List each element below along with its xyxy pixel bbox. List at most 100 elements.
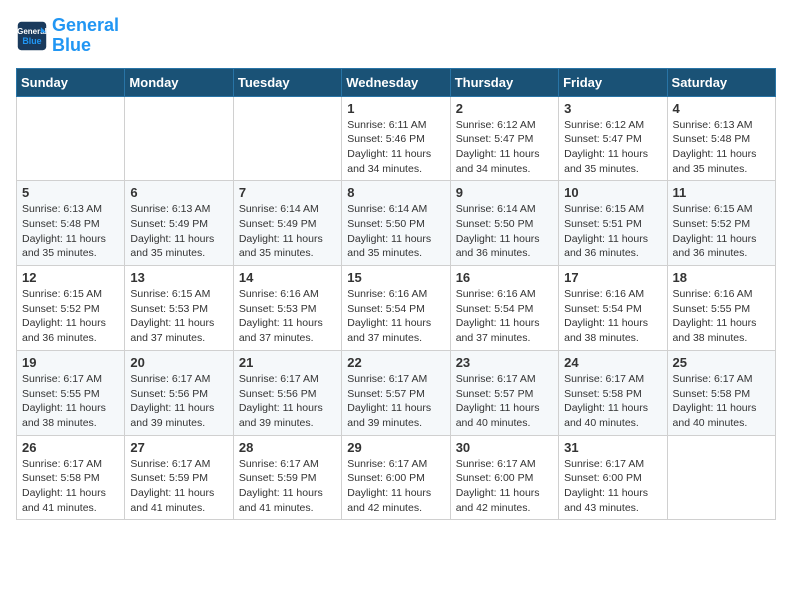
day-number: 9 <box>456 185 553 200</box>
calendar-week-4: 19 Sunrise: 6:17 AM Sunset: 5:55 PM Dayli… <box>17 350 776 435</box>
day-info: Sunrise: 6:16 AM Sunset: 5:54 PM Dayligh… <box>347 287 444 346</box>
day-info: Sunrise: 6:17 AM Sunset: 5:57 PM Dayligh… <box>347 372 444 431</box>
day-number: 20 <box>130 355 227 370</box>
weekday-header-thursday: Thursday <box>450 68 558 96</box>
day-number: 13 <box>130 270 227 285</box>
day-info: Sunrise: 6:11 AM Sunset: 5:46 PM Dayligh… <box>347 118 444 177</box>
day-number: 25 <box>673 355 770 370</box>
calendar-cell: 31Sunrise: 6:17 AM Sunset: 6:00 PM Dayli… <box>559 435 667 520</box>
calendar-week-5: 26 Sunrise: 6:17 AM Sunset: 5:58 PM Dayli… <box>17 435 776 520</box>
day-number: 11 <box>673 185 770 200</box>
day-number: 12 <box>22 270 119 285</box>
day-info: Sunrise: 6:16 AM Sunset: 5:54 PM Dayligh… <box>564 287 661 346</box>
day-number: 19 <box>22 355 119 370</box>
calendar-header: SundayMondayTuesdayWednesdayThursdayFrid… <box>17 68 776 96</box>
logo: General Blue GeneralBlue <box>16 16 119 56</box>
calendar-cell: 23 Sunrise: 6:17 AM Sunset: 5:57 PM Dayli… <box>450 350 558 435</box>
day-number: 15 <box>347 270 444 285</box>
day-info: Sunrise: 6:13 AM Sunset: 5:49 PM Dayligh… <box>130 202 227 261</box>
day-info: Sunrise: 6:14 AM Sunset: 5:50 PM Dayligh… <box>347 202 444 261</box>
day-info: Sunrise: 6:17 AM Sunset: 5:57 PM Dayligh… <box>456 372 553 431</box>
calendar-cell: 15 Sunrise: 6:16 AM Sunset: 5:54 PM Dayli… <box>342 266 450 351</box>
day-info: Sunrise: 6:12 AM Sunset: 5:47 PM Dayligh… <box>456 118 553 177</box>
weekday-header-tuesday: Tuesday <box>233 68 341 96</box>
calendar-cell: 7 Sunrise: 6:14 AM Sunset: 5:49 PM Daylig… <box>233 181 341 266</box>
weekday-header-sunday: Sunday <box>17 68 125 96</box>
calendar-cell <box>125 96 233 181</box>
calendar-cell: 14Sunrise: 6:16 AM Sunset: 5:53 PM Dayli… <box>233 266 341 351</box>
day-info: Sunrise: 6:13 AM Sunset: 5:48 PM Dayligh… <box>22 202 119 261</box>
calendar-cell: 11 Sunrise: 6:15 AM Sunset: 5:52 PM Dayli… <box>667 181 775 266</box>
calendar-cell: 30Sunrise: 6:17 AM Sunset: 6:00 PM Dayli… <box>450 435 558 520</box>
calendar-cell: 13 Sunrise: 6:15 AM Sunset: 5:53 PM Dayli… <box>125 266 233 351</box>
day-info: Sunrise: 6:17 AM Sunset: 5:58 PM Dayligh… <box>564 372 661 431</box>
calendar-cell: 2 Sunrise: 6:12 AM Sunset: 5:47 PM Daylig… <box>450 96 558 181</box>
day-number: 4 <box>673 101 770 116</box>
calendar-cell: 21 Sunrise: 6:17 AM Sunset: 5:56 PM Dayli… <box>233 350 341 435</box>
weekday-header-monday: Monday <box>125 68 233 96</box>
calendar-cell: 18 Sunrise: 6:16 AM Sunset: 5:55 PM Dayli… <box>667 266 775 351</box>
day-number: 7 <box>239 185 336 200</box>
day-info: Sunrise: 6:14 AM Sunset: 5:50 PM Dayligh… <box>456 202 553 261</box>
calendar-cell: 28Sunrise: 6:17 AM Sunset: 5:59 PM Dayli… <box>233 435 341 520</box>
calendar-cell: 9 Sunrise: 6:14 AM Sunset: 5:50 PM Daylig… <box>450 181 558 266</box>
day-info: Sunrise: 6:17 AM Sunset: 5:56 PM Dayligh… <box>130 372 227 431</box>
calendar-cell <box>233 96 341 181</box>
day-info: Sunrise: 6:12 AM Sunset: 5:47 PM Dayligh… <box>564 118 661 177</box>
logo-text: GeneralBlue <box>52 16 119 56</box>
calendar-cell: 24 Sunrise: 6:17 AM Sunset: 5:58 PM Dayli… <box>559 350 667 435</box>
day-info: Sunrise: 6:15 AM Sunset: 5:53 PM Dayligh… <box>130 287 227 346</box>
day-info: Sunrise: 6:17 AM Sunset: 5:58 PM Dayligh… <box>673 372 770 431</box>
calendar-cell: 29 Sunrise: 6:17 AM Sunset: 6:00 PM Dayli… <box>342 435 450 520</box>
calendar-cell: 27 Sunrise: 6:17 AM Sunset: 5:59 PM Dayli… <box>125 435 233 520</box>
logo-icon: General Blue <box>16 20 48 52</box>
day-info: Sunrise: 6:17 AM Sunset: 5:58 PM Dayligh… <box>22 457 119 516</box>
calendar-body: 1Sunrise: 6:11 AM Sunset: 5:46 PM Daylig… <box>17 96 776 520</box>
day-number: 24 <box>564 355 661 370</box>
calendar-cell: 12Sunrise: 6:15 AM Sunset: 5:52 PM Dayli… <box>17 266 125 351</box>
calendar-cell: 6 Sunrise: 6:13 AM Sunset: 5:49 PM Daylig… <box>125 181 233 266</box>
calendar-cell <box>667 435 775 520</box>
day-info: Sunrise: 6:15 AM Sunset: 5:51 PM Dayligh… <box>564 202 661 261</box>
calendar-cell: 19 Sunrise: 6:17 AM Sunset: 5:55 PM Dayli… <box>17 350 125 435</box>
day-number: 8 <box>347 185 444 200</box>
calendar-cell: 1Sunrise: 6:11 AM Sunset: 5:46 PM Daylig… <box>342 96 450 181</box>
day-number: 28 <box>239 440 336 455</box>
day-number: 23 <box>456 355 553 370</box>
day-number: 29 <box>347 440 444 455</box>
calendar-cell: 16 Sunrise: 6:16 AM Sunset: 5:54 PM Dayli… <box>450 266 558 351</box>
day-number: 5 <box>22 185 119 200</box>
calendar-cell: 17Sunrise: 6:16 AM Sunset: 5:54 PM Dayli… <box>559 266 667 351</box>
calendar-cell: 26 Sunrise: 6:17 AM Sunset: 5:58 PM Dayli… <box>17 435 125 520</box>
day-number: 2 <box>456 101 553 116</box>
day-number: 30 <box>456 440 553 455</box>
day-number: 16 <box>456 270 553 285</box>
calendar-week-1: 1Sunrise: 6:11 AM Sunset: 5:46 PM Daylig… <box>17 96 776 181</box>
day-info: Sunrise: 6:16 AM Sunset: 5:54 PM Dayligh… <box>456 287 553 346</box>
day-info: Sunrise: 6:16 AM Sunset: 5:55 PM Dayligh… <box>673 287 770 346</box>
day-number: 10 <box>564 185 661 200</box>
day-info: Sunrise: 6:13 AM Sunset: 5:48 PM Dayligh… <box>673 118 770 177</box>
weekday-header-saturday: Saturday <box>667 68 775 96</box>
day-info: Sunrise: 6:17 AM Sunset: 6:00 PM Dayligh… <box>564 457 661 516</box>
calendar-table: SundayMondayTuesdayWednesdayThursdayFrid… <box>16 68 776 521</box>
day-info: Sunrise: 6:15 AM Sunset: 5:52 PM Dayligh… <box>673 202 770 261</box>
day-number: 6 <box>130 185 227 200</box>
day-info: Sunrise: 6:17 AM Sunset: 5:56 PM Dayligh… <box>239 372 336 431</box>
calendar-cell: 20 Sunrise: 6:17 AM Sunset: 5:56 PM Dayli… <box>125 350 233 435</box>
day-info: Sunrise: 6:17 AM Sunset: 5:59 PM Dayligh… <box>130 457 227 516</box>
day-number: 26 <box>22 440 119 455</box>
day-number: 21 <box>239 355 336 370</box>
day-info: Sunrise: 6:14 AM Sunset: 5:49 PM Dayligh… <box>239 202 336 261</box>
calendar-cell: 25 Sunrise: 6:17 AM Sunset: 5:58 PM Dayli… <box>667 350 775 435</box>
day-info: Sunrise: 6:16 AM Sunset: 5:53 PM Dayligh… <box>239 287 336 346</box>
day-number: 3 <box>564 101 661 116</box>
weekday-header-wednesday: Wednesday <box>342 68 450 96</box>
day-number: 27 <box>130 440 227 455</box>
day-info: Sunrise: 6:17 AM Sunset: 5:55 PM Dayligh… <box>22 372 119 431</box>
day-number: 18 <box>673 270 770 285</box>
calendar-cell: 8 Sunrise: 6:14 AM Sunset: 5:50 PM Daylig… <box>342 181 450 266</box>
calendar-cell <box>17 96 125 181</box>
day-info: Sunrise: 6:17 AM Sunset: 6:00 PM Dayligh… <box>347 457 444 516</box>
calendar-week-3: 12Sunrise: 6:15 AM Sunset: 5:52 PM Dayli… <box>17 266 776 351</box>
